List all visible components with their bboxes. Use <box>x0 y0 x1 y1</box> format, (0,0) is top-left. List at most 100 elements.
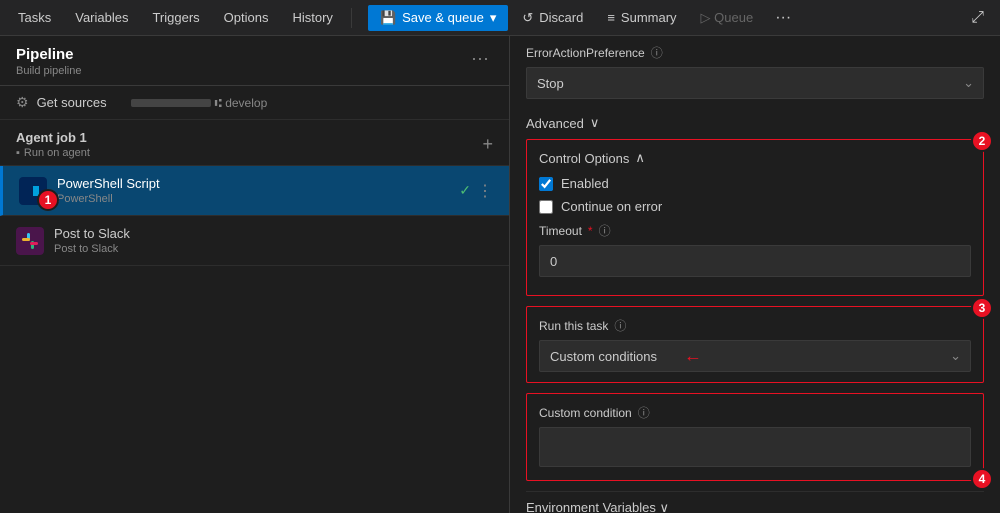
timeout-required-star: * <box>588 224 593 238</box>
custom-conditions-row: Custom conditions Always Only when a pre… <box>539 340 971 372</box>
run-task-select[interactable]: Custom conditions Always Only when a pre… <box>539 340 971 372</box>
nav-variables[interactable]: Variables <box>65 4 138 31</box>
task-check-icon: ✓ <box>459 182 471 199</box>
nav-options[interactable]: Options <box>214 4 279 31</box>
timeout-label-row: Timeout * ⓘ <box>539 222 971 239</box>
save-queue-button[interactable]: 💾 Save & queue ▾ <box>368 5 508 31</box>
run-task-select-wrapper: Custom conditions Always Only when a pre… <box>539 340 971 372</box>
right-panel: ErrorActionPreference ⓘ Stop Continue Si… <box>510 36 1000 513</box>
get-sources-branch: ⑆ develop <box>131 96 268 110</box>
continue-on-error-label: Continue on error <box>561 199 662 214</box>
custom-condition-box: 4 Custom condition ⓘ <box>526 393 984 481</box>
branch-bar <box>131 99 211 107</box>
agent-job-sub: ▪ Run on agent <box>16 147 90 159</box>
save-queue-label: Save & queue <box>402 10 484 25</box>
advanced-chevron-icon: ∨ <box>590 115 600 131</box>
control-options-label: Control Options <box>539 151 629 166</box>
save-dropdown-icon: ▾ <box>490 10 497 26</box>
summary-label: Summary <box>621 10 677 25</box>
enabled-checkbox[interactable] <box>539 177 553 191</box>
queue-button: ▷ Queue <box>691 5 764 31</box>
task-item-powershell[interactable]: PowerShell Script PowerShell ✓ ⋮ 1 <box>0 166 509 216</box>
task-info-slack: Post to Slack Post to Slack <box>54 226 493 255</box>
nav-triggers[interactable]: Triggers <box>142 4 209 31</box>
pipeline-header: Pipeline Build pipeline ··· <box>0 36 509 86</box>
badge-2: 2 <box>971 130 993 152</box>
task-menu-icon[interactable]: ⋮ <box>477 181 493 201</box>
custom-condition-input[interactable] <box>539 427 971 467</box>
continue-on-error-checkbox[interactable] <box>539 200 553 214</box>
badge-3: 3 <box>971 297 993 319</box>
error-action-select[interactable]: Stop Continue SilentlyContinue <box>526 67 984 99</box>
get-sources-label: Get sources <box>37 95 107 110</box>
badge-1: 1 <box>37 189 59 211</box>
advanced-label: Advanced <box>526 116 584 131</box>
add-task-button[interactable]: + <box>482 134 493 155</box>
get-sources-icon: ⚙ <box>16 94 29 111</box>
branch-label: ⑆ develop <box>215 96 268 110</box>
control-options-chevron-icon: ∧ <box>635 150 645 166</box>
badge-4: 4 <box>971 468 993 490</box>
expand-button[interactable]: ⤢ <box>963 4 992 32</box>
env-variables-label: Environment Variables <box>526 500 656 513</box>
run-task-info-icon[interactable]: ⓘ <box>614 317 626 334</box>
pipeline-info: Pipeline Build pipeline <box>16 46 81 77</box>
nav-history[interactable]: History <box>282 4 342 31</box>
save-icon: 💾 <box>380 10 396 26</box>
error-action-label-text: ErrorActionPreference <box>526 46 645 60</box>
pipeline-more-button[interactable]: ··· <box>467 46 493 71</box>
custom-condition-label-row: Custom condition ⓘ <box>539 404 971 421</box>
error-action-label: ErrorActionPreference ⓘ <box>526 44 984 61</box>
task-name-slack: Post to Slack <box>54 226 493 241</box>
summary-icon: ≡ <box>607 10 615 25</box>
left-panel: Pipeline Build pipeline ··· ⚙ Get source… <box>0 36 510 513</box>
discard-icon: ↺ <box>522 10 533 26</box>
pipeline-title: Pipeline <box>16 46 81 63</box>
task-item-slack[interactable]: Post to Slack Post to Slack <box>0 216 509 266</box>
right-panel-inner: ErrorActionPreference ⓘ Stop Continue Si… <box>510 44 1000 513</box>
custom-condition-label-text: Custom condition <box>539 406 632 420</box>
task-name-powershell: PowerShell Script <box>57 176 459 191</box>
agent-job-title: Agent job 1 <box>16 130 90 145</box>
pipeline-subtitle: Build pipeline <box>16 65 81 77</box>
topnav-more-button[interactable]: ··· <box>767 4 799 32</box>
agent-job-subtitle: Run on agent <box>24 147 90 159</box>
enabled-label: Enabled <box>561 176 609 191</box>
timeout-label-text: Timeout <box>539 224 582 238</box>
top-nav: Tasks Variables Triggers Options History… <box>0 0 1000 36</box>
nav-tasks[interactable]: Tasks <box>8 4 61 31</box>
env-variables-chevron-icon: ∨ <box>659 500 669 513</box>
enabled-row: Enabled <box>539 176 971 191</box>
branch-icon: ⑆ <box>215 96 222 110</box>
control-options-header[interactable]: Control Options ∧ <box>539 150 971 166</box>
summary-button[interactable]: ≡ Summary <box>597 5 686 30</box>
agent-job-row: Agent job 1 ▪ Run on agent + <box>0 120 509 166</box>
env-variables-section[interactable]: Environment Variables ∨ <box>526 491 984 513</box>
error-action-select-wrapper: Stop Continue SilentlyContinue <box>526 67 984 99</box>
error-action-info-icon[interactable]: ⓘ <box>651 44 663 61</box>
timeout-info-icon[interactable]: ⓘ <box>599 222 611 239</box>
task-list: PowerShell Script PowerShell ✓ ⋮ 1 <box>0 166 509 513</box>
custom-condition-info-icon[interactable]: ⓘ <box>638 404 650 421</box>
main-content: Pipeline Build pipeline ··· ⚙ Get source… <box>0 36 1000 513</box>
timeout-input[interactable] <box>539 245 971 277</box>
discard-button[interactable]: ↺ Discard <box>512 5 593 31</box>
task-actions-powershell: ✓ ⋮ <box>459 181 493 201</box>
timeout-section: Timeout * ⓘ <box>539 222 971 277</box>
run-task-label-text: Run this task <box>539 319 608 333</box>
task-sub-powershell: PowerShell <box>57 193 459 205</box>
queue-icon: ▷ <box>701 10 711 25</box>
queue-label: Queue <box>714 10 753 25</box>
nav-right: ⤢ <box>963 4 992 32</box>
get-sources-row[interactable]: ⚙ Get sources ⑆ develop <box>0 86 509 120</box>
discard-label: Discard <box>539 10 583 25</box>
slack-icon <box>16 227 44 255</box>
agent-job-info: Agent job 1 ▪ Run on agent <box>16 130 90 159</box>
task-sub-slack: Post to Slack <box>54 243 493 255</box>
error-action-section: ErrorActionPreference ⓘ Stop Continue Si… <box>526 44 984 99</box>
task-info-powershell: PowerShell Script PowerShell <box>57 176 459 205</box>
advanced-section-header[interactable]: Advanced ∨ <box>526 107 984 139</box>
agent-icon: ▪ <box>16 147 20 159</box>
nav-actions: 💾 Save & queue ▾ ↺ Discard ≡ Summary ▷ Q… <box>368 4 799 32</box>
control-options-box: 2 Control Options ∧ Enabled Continue on … <box>526 139 984 296</box>
